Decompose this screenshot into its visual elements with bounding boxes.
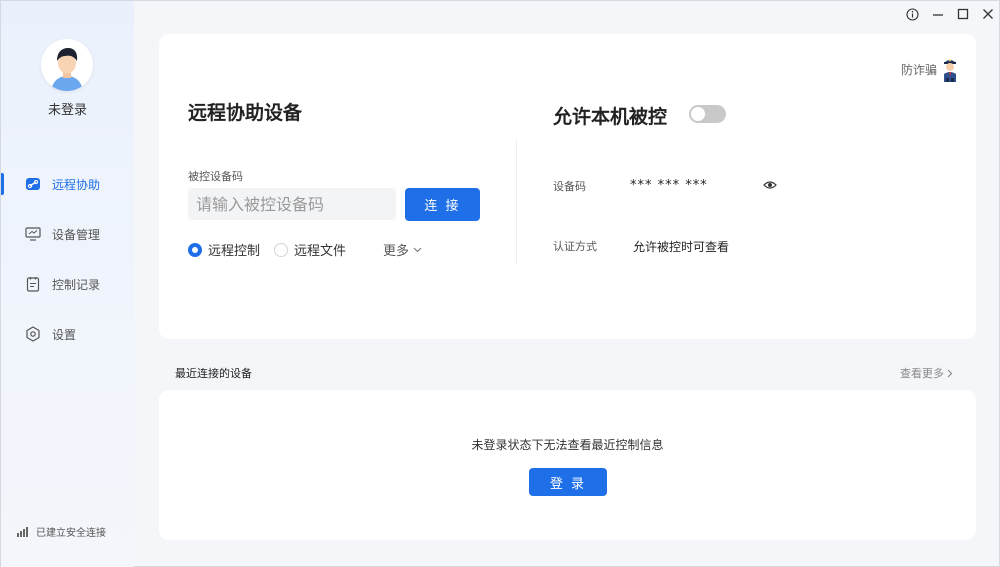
toggle-knob <box>691 107 705 121</box>
remote-assist-card: 防诈骗 远程协助设备 被控设备码 连 接 远程控制 远程文件 更多 <box>159 34 976 339</box>
option-remote-control[interactable]: 远程控制 <box>188 240 260 259</box>
empty-message: 未登录状态下无法查看最近控制信息 <box>471 438 664 452</box>
more-dropdown[interactable]: 更多 <box>383 240 422 259</box>
radio-unchecked-icon <box>274 242 288 257</box>
sidebar-item-control-records[interactable]: 控制记录 <box>1 266 134 302</box>
connection-status: 已建立安全连接 <box>17 524 106 539</box>
sidebar-item-label: 远程协助 <box>52 177 101 192</box>
monitor-icon <box>25 226 41 242</box>
signal-icon <box>17 526 28 537</box>
see-more-label: 查看更多 <box>900 367 944 380</box>
more-label: 更多 <box>383 244 410 259</box>
login-button[interactable]: 登 录 <box>529 468 607 496</box>
option-remote-file[interactable]: 远程文件 <box>274 240 346 259</box>
police-icon <box>941 56 959 82</box>
recent-devices-card: 未登录状态下无法查看最近控制信息 登 录 <box>159 390 976 540</box>
avatar[interactable] <box>41 39 93 91</box>
info-icon[interactable] <box>903 5 921 23</box>
username: 未登录 <box>47 103 87 118</box>
minimize-icon[interactable] <box>929 5 947 23</box>
option-label: 远程控制 <box>208 244 261 259</box>
device-code-input[interactable] <box>188 188 396 220</box>
sidebar-item-device-management[interactable]: 设备管理 <box>1 216 134 252</box>
allow-control-title: 允许本机被控 <box>553 106 668 128</box>
sidebar-item-remote-assist[interactable]: 远程协助 <box>1 166 134 202</box>
gear-icon <box>25 326 41 342</box>
see-more-link[interactable]: 查看更多 <box>900 365 953 381</box>
anti-fraud-link[interactable]: 防诈骗 <box>901 56 959 82</box>
vertical-divider <box>516 140 517 265</box>
device-code-value: *** *** *** <box>630 178 708 193</box>
link-icon <box>25 176 41 192</box>
sidebar: 未登录 远程协助 设备管理 控制记录 设置 已建立安全连接 <box>1 1 134 567</box>
anti-fraud-label: 防诈骗 <box>901 62 938 77</box>
sidebar-item-settings[interactable]: 设置 <box>1 316 134 352</box>
auth-method-value: 允许被控时可查看 <box>633 240 730 254</box>
eye-icon[interactable] <box>763 179 777 191</box>
sidebar-item-label: 设备管理 <box>52 227 101 242</box>
sidebar-item-label: 设置 <box>52 327 77 342</box>
close-icon[interactable] <box>979 5 997 23</box>
maximize-icon[interactable] <box>954 5 972 23</box>
connection-status-text: 已建立安全连接 <box>36 528 106 539</box>
chevron-down-icon <box>413 247 422 253</box>
auth-method-label: 认证方式 <box>553 240 597 253</box>
device-code-title: 设备码 <box>553 180 586 193</box>
connect-button[interactable]: 连 接 <box>405 188 480 221</box>
allow-control-toggle[interactable] <box>689 105 726 123</box>
radio-checked-icon <box>188 242 202 257</box>
recent-devices-title: 最近连接的设备 <box>175 367 252 380</box>
device-code-label: 被控设备码 <box>188 170 243 183</box>
record-icon <box>25 276 41 292</box>
remote-assist-title: 远程协助设备 <box>188 102 303 124</box>
active-indicator <box>1 173 4 195</box>
option-label: 远程文件 <box>294 244 347 259</box>
sidebar-item-label: 控制记录 <box>52 277 101 292</box>
chevron-right-icon <box>947 369 953 378</box>
